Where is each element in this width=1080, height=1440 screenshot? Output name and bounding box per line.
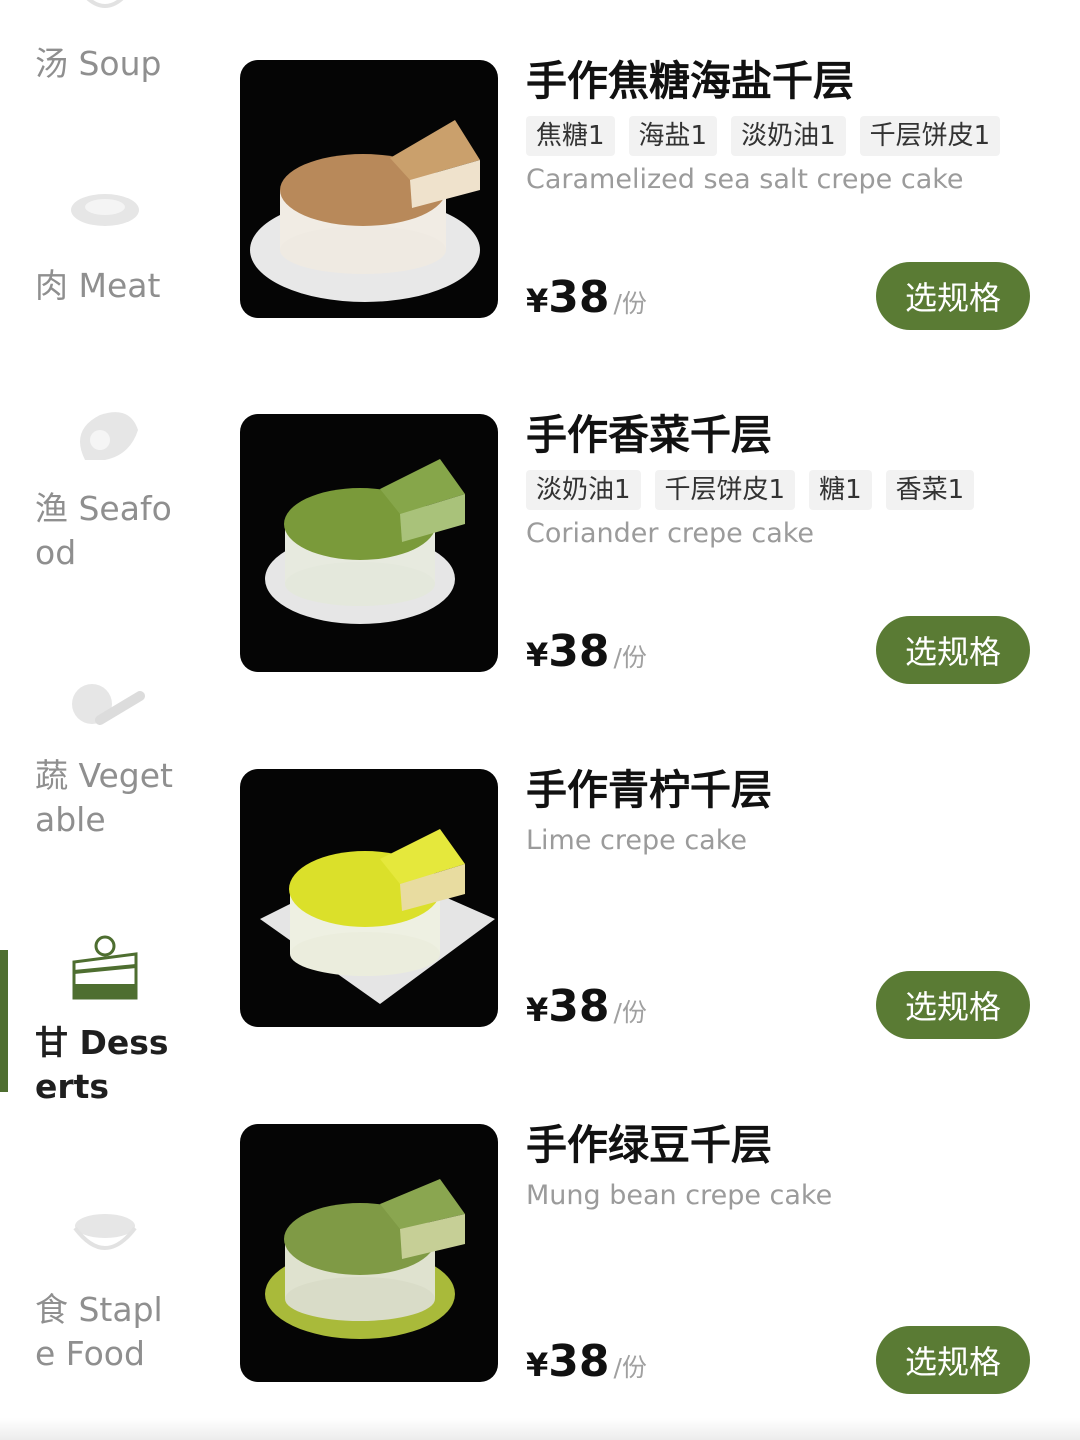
product-english-name: Caramelized sea salt crepe cake	[526, 164, 964, 195]
category-label: 蔬 Vegetable	[35, 756, 173, 839]
price-unit: /份	[613, 289, 647, 318]
caramel-crepe-cake-image	[240, 60, 498, 318]
product-title: 手作香菜千层	[526, 411, 772, 459]
product-english-name: Lime crepe cake	[526, 825, 748, 856]
active-category-indicator	[0, 950, 8, 1092]
currency-symbol: ¥	[526, 636, 549, 674]
product-price: ¥38/份	[526, 981, 647, 1032]
product-english-name: Mung bean crepe cake	[526, 1180, 833, 1211]
cake-slice-icon	[72, 935, 138, 1000]
price-value: 38	[548, 981, 610, 1032]
category-sidebar: 汤 Soup 肉 Meat 渔 Seafood 蔬 Vegetable 甘 De…	[0, 0, 210, 1440]
product-english-name: Coriander crepe cake	[526, 518, 815, 549]
shrimp-icon	[80, 412, 138, 460]
ingredient-tag: 淡奶油1	[731, 116, 846, 156]
product-title: 手作青柠千层	[526, 766, 772, 814]
currency-symbol: ¥	[526, 1346, 549, 1384]
ingredient-tag: 香菜1	[885, 470, 975, 510]
ingredient-tag: 焦糖1	[526, 116, 615, 156]
price-unit: /份	[613, 643, 647, 672]
lime-crepe-cake-image	[240, 769, 498, 1027]
product-card[interactable]: 手作青柠千层 Lime crepe cake ¥38/份 选规格	[240, 766, 1040, 1039]
product-card[interactable]: 手作绿豆千层 Mung bean crepe cake ¥38/份 选规格	[240, 1121, 1040, 1394]
price-unit: /份	[613, 998, 647, 1027]
menu-page: 汤 Soup 肉 Meat 渔 Seafood 蔬 Vegetable 甘 De…	[0, 0, 1080, 1440]
category-label: 汤 Soup	[35, 44, 162, 83]
bottom-shadow	[0, 1418, 1080, 1440]
product-price: ¥38/份	[526, 1336, 647, 1387]
category-label: 肉 Meat	[35, 266, 161, 305]
price-value: 38	[548, 626, 610, 677]
product-title: 手作绿豆千层	[526, 1121, 772, 1169]
soup-bowl-icon	[86, 0, 124, 8]
price-value: 38	[548, 272, 610, 323]
mung-bean-crepe-cake-image	[240, 1124, 498, 1382]
category-label: 甘 Desserts	[35, 1023, 169, 1106]
select-spec-button[interactable]: 选规格	[876, 262, 1030, 330]
ingredient-tags: 焦糖1 海盐1 淡奶油1 千层饼皮1	[526, 116, 1001, 156]
select-spec-button[interactable]: 选规格	[876, 616, 1030, 684]
ingredient-tag: 千层饼皮1	[654, 470, 796, 510]
product-card[interactable]: 手作香菜千层 淡奶油1 千层饼皮1 糖1 香菜1 Coriander crepe…	[240, 411, 1040, 684]
currency-symbol: ¥	[526, 282, 549, 320]
category-label: 食 Staple Food	[35, 1290, 163, 1373]
category-label: 渔 Seafood	[35, 489, 172, 572]
product-title: 手作焦糖海盐千层	[526, 57, 854, 105]
rice-bowl-icon	[73, 1214, 137, 1250]
ingredient-tag: 千层饼皮1	[859, 116, 1001, 156]
meat-icon	[71, 194, 139, 226]
product-price: ¥38/份	[526, 626, 647, 677]
coriander-crepe-cake-image	[240, 414, 498, 672]
ingredient-tag: 淡奶油1	[526, 470, 641, 510]
select-spec-button[interactable]: 选规格	[876, 1326, 1030, 1394]
ingredient-tags: 淡奶油1 千层饼皮1 糖1 香菜1	[526, 470, 975, 510]
select-spec-button[interactable]: 选规格	[876, 971, 1030, 1039]
product-price: ¥38/份	[526, 272, 647, 323]
vegetable-icon	[72, 684, 145, 725]
currency-symbol: ¥	[526, 991, 549, 1029]
ingredient-tag: 海盐1	[628, 116, 718, 156]
product-card[interactable]: 手作焦糖海盐千层 焦糖1 海盐1 淡奶油1 千层饼皮1 Caramelized …	[240, 57, 1040, 330]
ingredient-tag: 糖1	[809, 470, 872, 510]
price-unit: /份	[613, 1353, 647, 1382]
price-value: 38	[548, 1336, 610, 1387]
